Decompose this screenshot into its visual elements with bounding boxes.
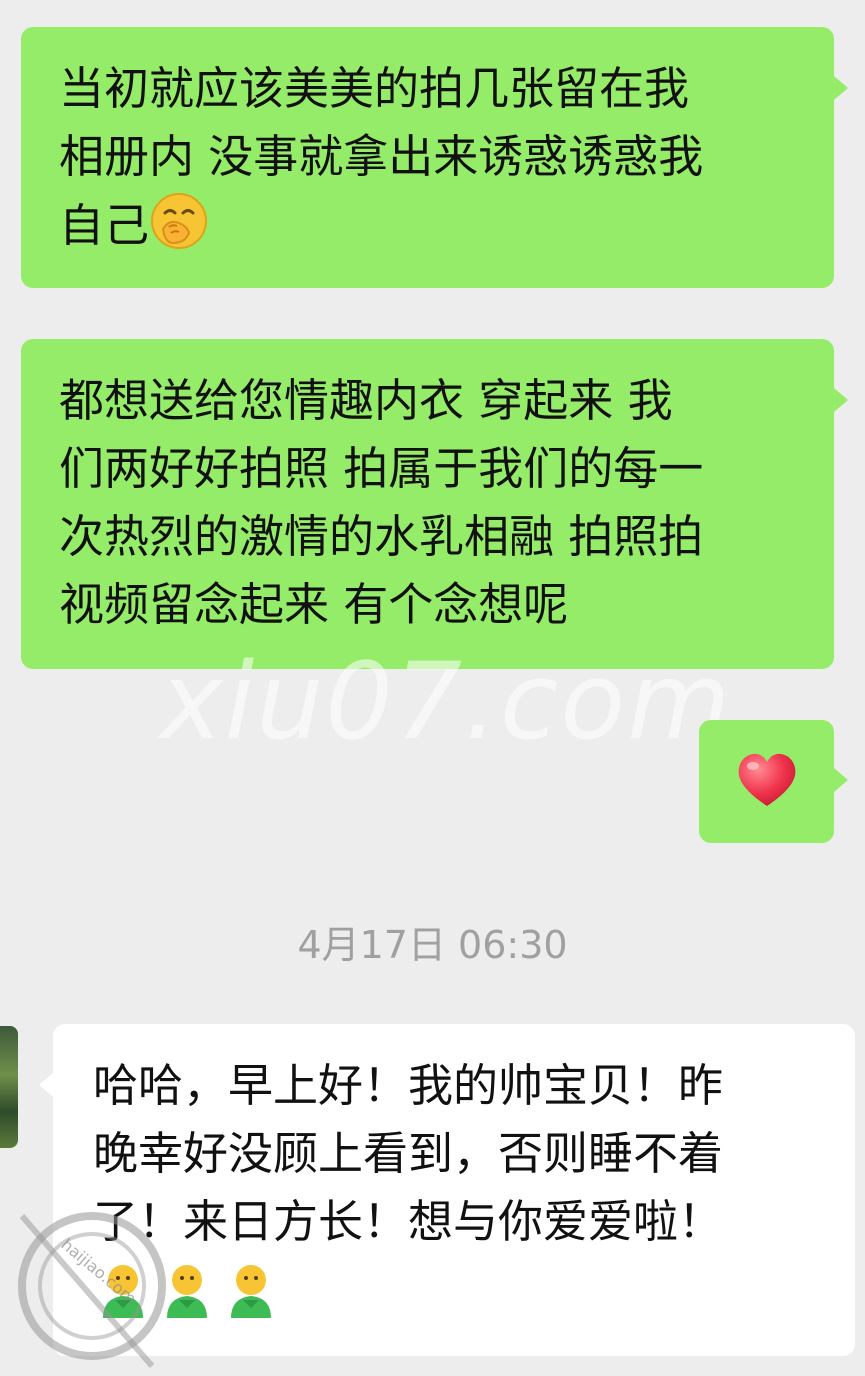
emoji-row (93, 1260, 835, 1320)
message-bubble-sent[interactable] (699, 720, 834, 843)
person-emoji-icon (167, 1265, 207, 1318)
message-text: 都想送给您情趣内衣 穿起来 我 们两好好拍照 拍属于我们的每一 次热烈的激情的水… (59, 374, 704, 631)
message-bubble-sent[interactable]: 当初就应该美美的拍几张留在我 相册内 没事就拿出来诱惑诱惑我 自己 (21, 27, 834, 288)
message-bubble-sent[interactable]: 都想送给您情趣内衣 穿起来 我 们两好好拍照 拍属于我们的每一 次热烈的激情的水… (21, 339, 834, 669)
message-text: 哈哈，早上好！我的帅宝贝！昨 晚幸好没顾上看到，否则睡不着 了！来日方长！想与你… (93, 1059, 724, 1248)
person-emoji-icon (231, 1265, 271, 1318)
bubble-tail (39, 1073, 53, 1097)
hand-over-mouth-emoji-icon (151, 193, 208, 249)
contact-avatar[interactable] (0, 1026, 18, 1148)
message-bubble-received[interactable]: 哈哈，早上好！我的帅宝贝！昨 晚幸好没顾上看到，否则睡不着 了！来日方长！想与你… (53, 1024, 855, 1356)
bubble-tail (834, 768, 848, 792)
message-timestamp: 4月17日 06:30 (297, 923, 568, 967)
bubble-tail (834, 76, 848, 100)
bubble-tail (834, 388, 848, 412)
red-heart-emoji-icon (738, 753, 796, 806)
chat-view: 当初就应该美美的拍几张留在我 相册内 没事就拿出来诱惑诱惑我 自己 都想送给您情… (0, 0, 865, 1376)
person-emoji-icon (103, 1265, 143, 1318)
